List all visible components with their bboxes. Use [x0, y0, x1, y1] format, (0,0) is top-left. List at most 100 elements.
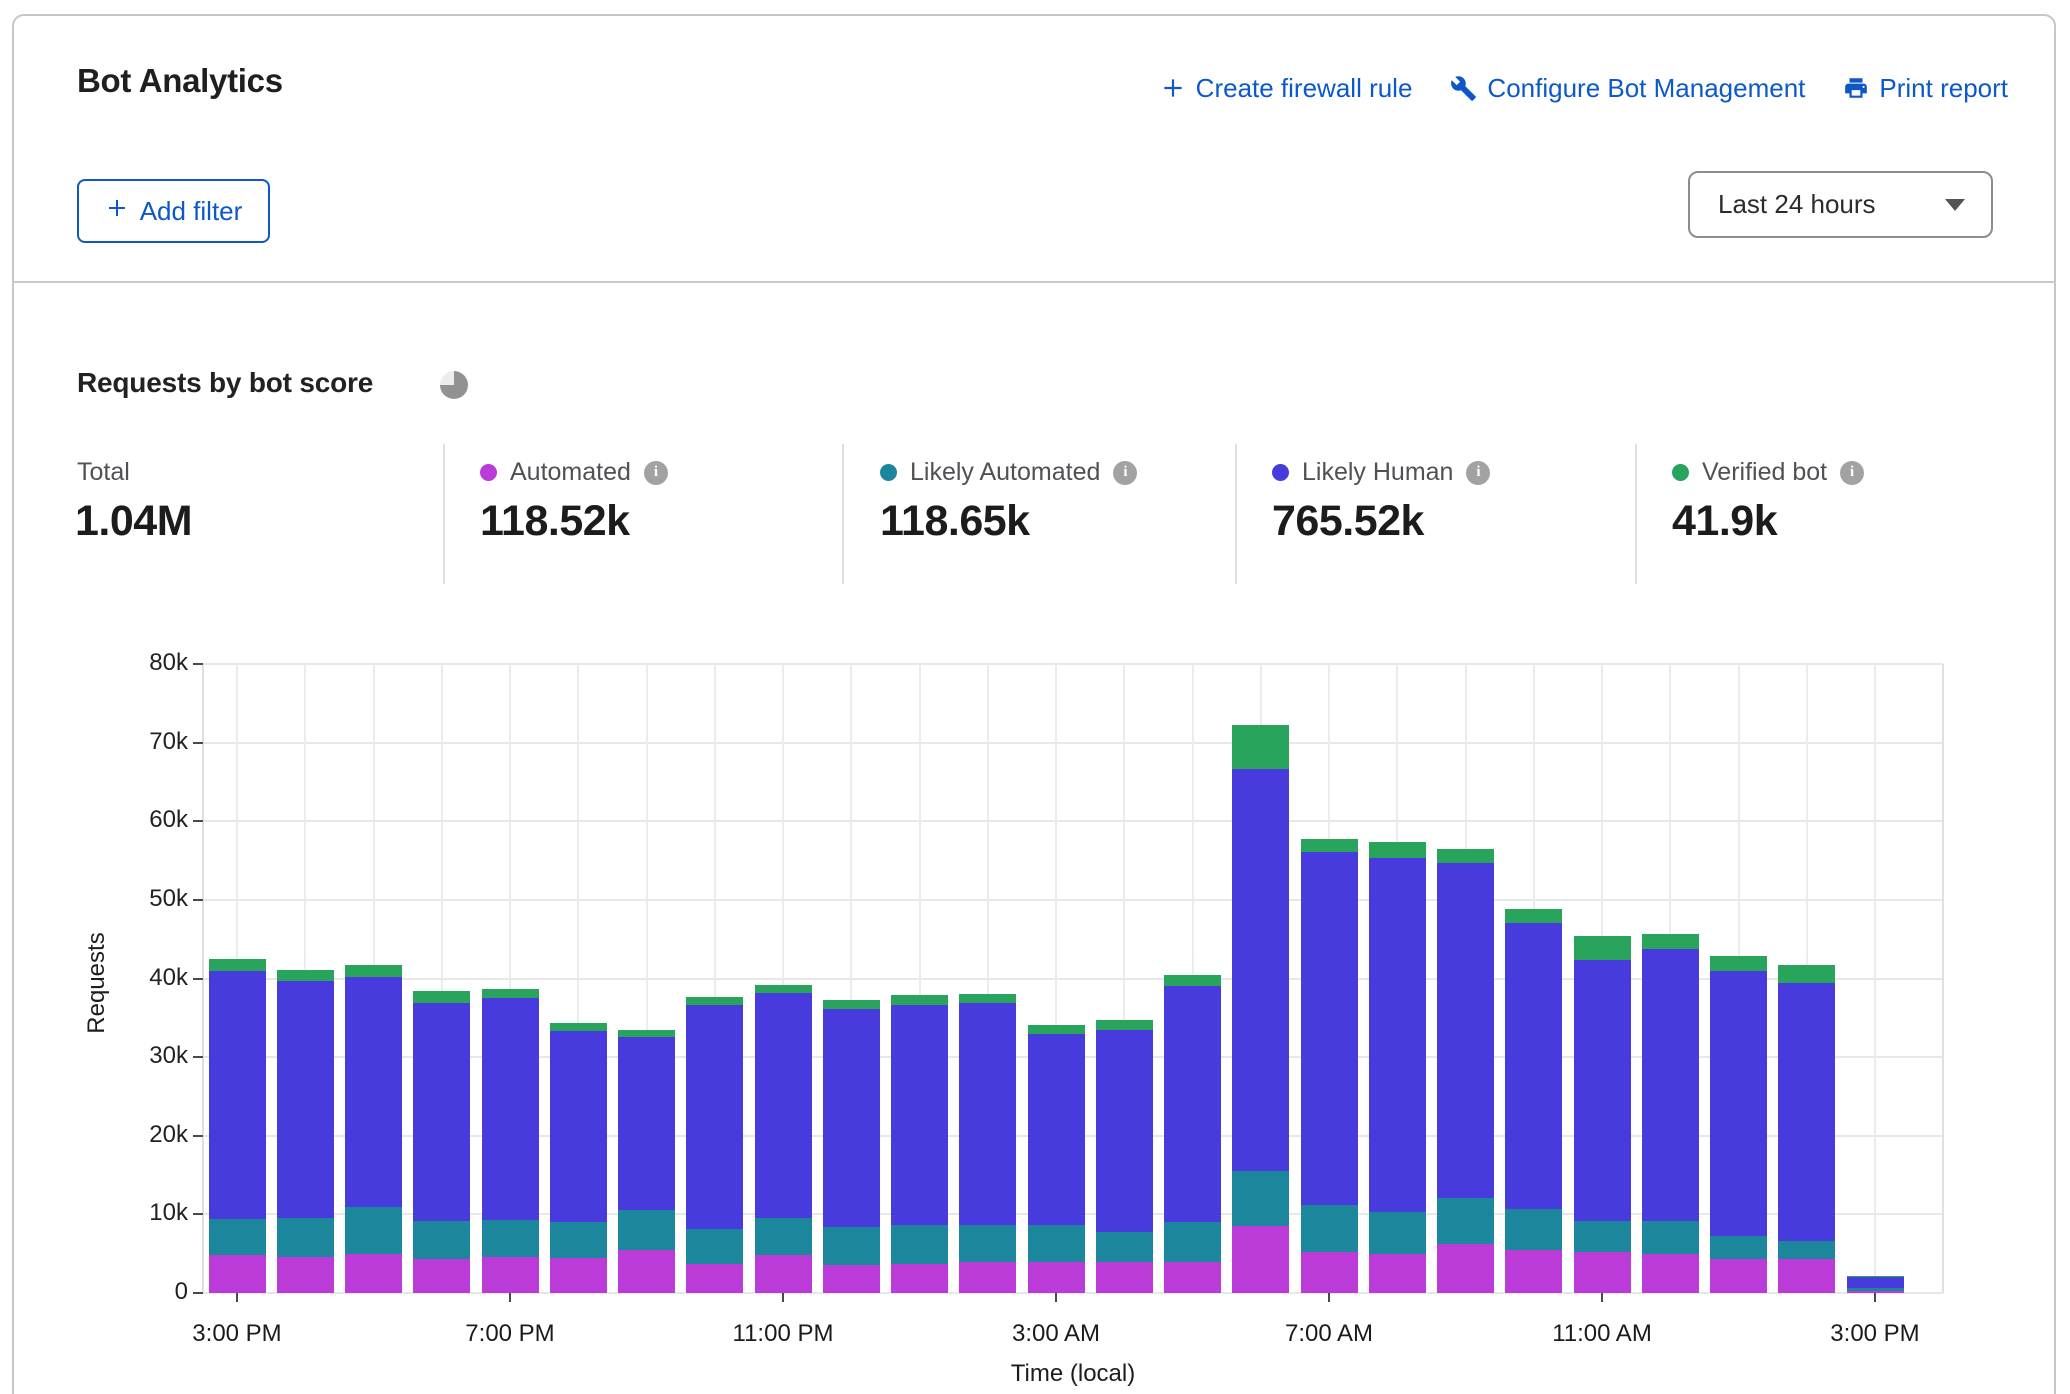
bar-segment-verified-bot[interactable]	[277, 970, 334, 981]
bar-segment-verified-bot[interactable]	[618, 1030, 675, 1038]
bar-segment-automated[interactable]	[413, 1259, 470, 1293]
bar-segment-automated[interactable]	[1642, 1254, 1699, 1293]
bar-segment-automated[interactable]	[277, 1257, 334, 1293]
bar-segment-verified-bot[interactable]	[413, 991, 470, 1003]
bar-segment-likely-automated[interactable]	[1232, 1171, 1289, 1226]
bar-segment-verified-bot[interactable]	[1847, 1276, 1904, 1277]
bar-segment-likely-automated[interactable]	[1301, 1205, 1358, 1252]
bar-segment-likely-human[interactable]	[1710, 971, 1767, 1235]
bar-segment-likely-human[interactable]	[618, 1037, 675, 1209]
bar-segment-verified-bot[interactable]	[1164, 975, 1221, 987]
bar-segment-automated[interactable]	[1232, 1226, 1289, 1293]
bar-segment-likely-human[interactable]	[1437, 863, 1494, 1198]
bar-segment-likely-human[interactable]	[1301, 852, 1358, 1205]
bar-segment-likely-automated[interactable]	[345, 1207, 402, 1254]
bar-segment-likely-human[interactable]	[1028, 1034, 1085, 1225]
bar-segment-automated[interactable]	[618, 1250, 675, 1293]
bar-segment-automated[interactable]	[755, 1255, 812, 1293]
bar-segment-likely-automated[interactable]	[1778, 1241, 1835, 1259]
bar-segment-likely-automated[interactable]	[891, 1225, 948, 1264]
bar-segment-automated[interactable]	[1096, 1262, 1153, 1293]
bar-segment-likely-human[interactable]	[1096, 1030, 1153, 1232]
bar-segment-likely-automated[interactable]	[550, 1222, 607, 1258]
bar-segment-automated[interactable]	[959, 1262, 1016, 1293]
bar-segment-likely-automated[interactable]	[1369, 1212, 1426, 1254]
bar-segment-likely-human[interactable]	[1778, 983, 1835, 1241]
bar-segment-automated[interactable]	[1437, 1244, 1494, 1293]
bar-segment-automated[interactable]	[1164, 1262, 1221, 1293]
bar-segment-automated[interactable]	[1505, 1250, 1562, 1293]
bar-segment-likely-human[interactable]	[482, 998, 539, 1220]
bar-segment-likely-automated[interactable]	[1437, 1198, 1494, 1244]
bar-segment-verified-bot[interactable]	[345, 965, 402, 977]
bar-segment-verified-bot[interactable]	[891, 995, 948, 1005]
bar-segment-likely-human[interactable]	[1164, 986, 1221, 1222]
bar-segment-likely-automated[interactable]	[618, 1210, 675, 1250]
bar-segment-verified-bot[interactable]	[755, 985, 812, 994]
bar-segment-verified-bot[interactable]	[482, 989, 539, 998]
bar-segment-verified-bot[interactable]	[1096, 1020, 1153, 1029]
bar-segment-likely-automated[interactable]	[755, 1218, 812, 1255]
bar-segment-likely-automated[interactable]	[413, 1221, 470, 1259]
bar-segment-verified-bot[interactable]	[1437, 849, 1494, 863]
bar-segment-automated[interactable]	[1301, 1252, 1358, 1293]
bar-segment-verified-bot[interactable]	[1778, 965, 1835, 983]
bar-segment-verified-bot[interactable]	[1574, 936, 1631, 960]
bar-segment-automated[interactable]	[1028, 1262, 1085, 1293]
bar-segment-likely-automated[interactable]	[1642, 1221, 1699, 1254]
bar-segment-likely-human[interactable]	[277, 981, 334, 1218]
bar-segment-likely-human[interactable]	[755, 993, 812, 1218]
bar-segment-likely-human[interactable]	[550, 1031, 607, 1222]
bar-segment-likely-automated[interactable]	[1710, 1236, 1767, 1260]
bar-segment-likely-human[interactable]	[209, 971, 266, 1219]
bar-segment-likely-automated[interactable]	[277, 1218, 334, 1257]
bar-segment-verified-bot[interactable]	[686, 997, 743, 1005]
bar-segment-likely-human[interactable]	[413, 1003, 470, 1222]
bar-segment-likely-human[interactable]	[891, 1005, 948, 1224]
bar-segment-likely-automated[interactable]	[1574, 1221, 1631, 1252]
bar-segment-verified-bot[interactable]	[1301, 839, 1358, 852]
bar-segment-likely-automated[interactable]	[1028, 1225, 1085, 1263]
bar-segment-likely-human[interactable]	[1505, 923, 1562, 1208]
bar-segment-likely-automated[interactable]	[959, 1225, 1016, 1262]
bar-segment-likely-automated[interactable]	[1505, 1209, 1562, 1250]
bar-segment-automated[interactable]	[1710, 1259, 1767, 1293]
bar-segment-verified-bot[interactable]	[1710, 956, 1767, 971]
bar-segment-likely-automated[interactable]	[686, 1229, 743, 1264]
bar-segment-verified-bot[interactable]	[959, 994, 1016, 1003]
bar-segment-automated[interactable]	[345, 1254, 402, 1293]
bar-segment-verified-bot[interactable]	[1369, 842, 1426, 858]
bar-segment-likely-human[interactable]	[1232, 769, 1289, 1172]
bar-segment-likely-human[interactable]	[345, 977, 402, 1207]
bar-segment-likely-human[interactable]	[686, 1005, 743, 1229]
bar-segment-automated[interactable]	[823, 1265, 880, 1293]
bar-segment-verified-bot[interactable]	[1028, 1025, 1085, 1034]
bar-segment-likely-automated[interactable]	[1847, 1288, 1904, 1290]
bar-segment-likely-automated[interactable]	[1096, 1232, 1153, 1263]
bar-segment-verified-bot[interactable]	[1642, 934, 1699, 949]
bar-segment-verified-bot[interactable]	[209, 959, 266, 971]
bar-segment-likely-human[interactable]	[1574, 960, 1631, 1222]
bar-segment-automated[interactable]	[1778, 1259, 1835, 1293]
y-axis-tick	[193, 742, 203, 744]
bar-segment-likely-automated[interactable]	[1164, 1222, 1221, 1261]
bar-segment-verified-bot[interactable]	[1232, 725, 1289, 768]
bar-segment-automated[interactable]	[550, 1258, 607, 1293]
bar-segment-automated[interactable]	[482, 1257, 539, 1293]
bar-segment-likely-human[interactable]	[1369, 858, 1426, 1212]
bar-segment-likely-automated[interactable]	[482, 1220, 539, 1257]
bar-segment-automated[interactable]	[1369, 1254, 1426, 1293]
bar-segment-likely-human[interactable]	[1642, 949, 1699, 1220]
bar-segment-automated[interactable]	[209, 1255, 266, 1293]
bar-segment-likely-human[interactable]	[823, 1009, 880, 1227]
bar-segment-automated[interactable]	[891, 1264, 948, 1293]
bar-segment-likely-human[interactable]	[1847, 1276, 1904, 1288]
bar-segment-likely-automated[interactable]	[209, 1219, 266, 1255]
bar-segment-automated[interactable]	[686, 1264, 743, 1293]
bar-segment-verified-bot[interactable]	[550, 1023, 607, 1031]
bar-segment-verified-bot[interactable]	[823, 1000, 880, 1009]
bar-segment-likely-automated[interactable]	[823, 1227, 880, 1265]
bar-segment-verified-bot[interactable]	[1505, 909, 1562, 924]
bar-segment-likely-human[interactable]	[959, 1003, 1016, 1225]
bar-segment-automated[interactable]	[1574, 1252, 1631, 1293]
